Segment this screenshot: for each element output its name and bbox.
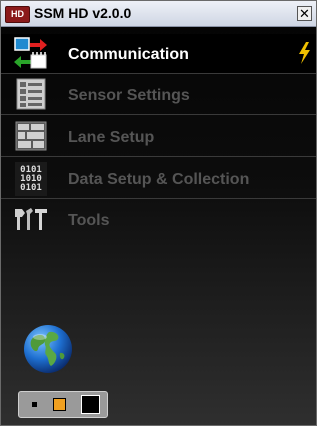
app-icon: HD <box>5 6 30 23</box>
nav-label-lane-setup: Lane Setup <box>68 129 155 146</box>
title-bar: HD SSM HD v2.0.0 ✕ <box>1 1 316 27</box>
display-size-selector <box>18 391 108 418</box>
window-title: SSM HD v2.0.0 <box>34 5 132 21</box>
tools-icon <box>15 208 47 230</box>
main-panel: Communication Sensor Settings Lane Setup… <box>1 27 316 425</box>
nav-item-tools[interactable]: Tools <box>1 201 316 241</box>
nav-item-sensor-settings[interactable]: Sensor Settings <box>1 75 316 115</box>
size-large-button[interactable] <box>81 395 100 414</box>
nav-item-lane-setup[interactable]: Lane Setup <box>1 117 316 157</box>
nav-label-tools: Tools <box>68 212 110 229</box>
nav-label-sensor-settings: Sensor Settings <box>68 87 190 104</box>
communication-icon <box>14 37 47 69</box>
sensor-settings-icon <box>16 78 46 110</box>
close-button[interactable]: ✕ <box>297 6 312 21</box>
svg-text:0101: 0101 <box>20 183 42 193</box>
lane-setup-icon <box>15 121 47 151</box>
nav-item-communication[interactable]: Communication <box>1 34 316 74</box>
nav-label-communication: Communication <box>68 46 189 63</box>
nav-item-data-setup[interactable]: 0101 1010 0101 Data Setup & Collection <box>1 159 316 199</box>
data-binary-icon: 0101 1010 0101 <box>15 162 47 196</box>
globe-icon[interactable] <box>22 323 74 375</box>
lightning-bolt-icon <box>299 42 310 64</box>
nav-label-data-setup: Data Setup & Collection <box>68 171 250 188</box>
size-medium-button[interactable] <box>53 398 66 411</box>
size-small-button[interactable] <box>32 402 37 407</box>
app-window: HD SSM HD v2.0.0 ✕ Communication Sensor … <box>0 0 317 426</box>
